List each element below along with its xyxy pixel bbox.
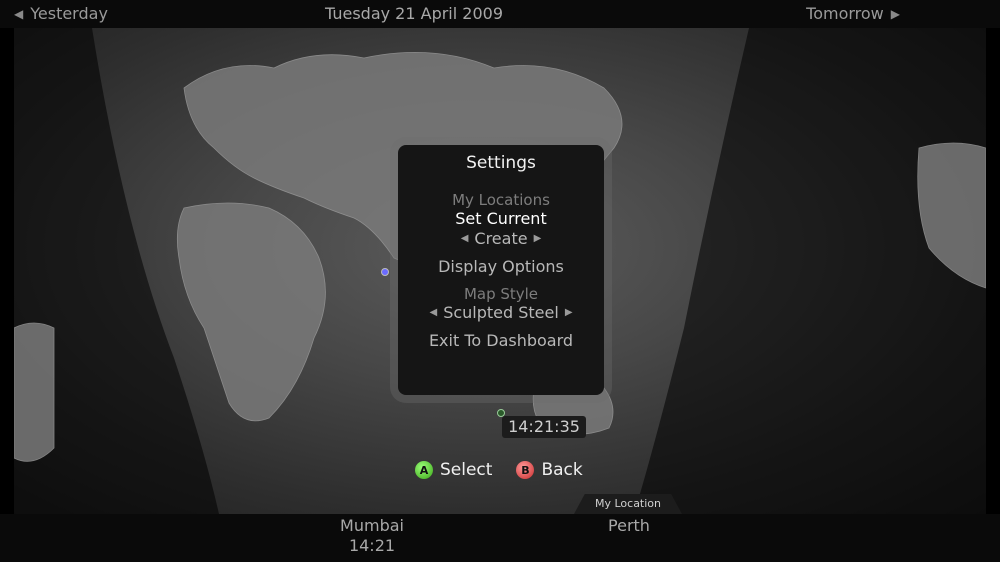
left-arrow-icon: ◀ [429,307,438,318]
landmass-africa [176,202,326,422]
create-option[interactable]: ◀ Create ▶ [398,229,604,249]
map-style-header: Map Style [463,285,539,303]
select-button[interactable]: A Select [415,460,492,480]
left-arrow-icon: ◀ [460,233,469,244]
next-day-nav[interactable]: Tomorrow ▶ [806,4,900,23]
mumbai-pin-icon[interactable] [381,268,389,276]
b-button-icon: B [516,461,535,479]
settings-panel: Settings My Locations Set Current ◀ Crea… [398,145,604,395]
select-label: Select [440,460,493,480]
top-bar: ◀ Yesterday Tuesday 21 April 2009 Tomorr… [0,0,1000,28]
back-label: Back [541,460,583,480]
city-mumbai[interactable]: Mumbai 14:21 [330,516,414,556]
a-button-icon: A [415,461,433,479]
next-day-label: Tomorrow [806,4,884,23]
bottom-bar [0,514,1000,562]
my-location-badge: My Location [574,494,682,514]
map-style-value: Sculpted Steel [443,303,559,322]
create-label: Create [474,229,528,248]
set-current-option[interactable]: Set Current [398,209,604,229]
city-name: Mumbai [340,516,404,535]
city-time: 14:21 [348,536,396,555]
right-arrow-icon: ▶ [564,307,573,318]
current-date: Tuesday 21 April 2009 [325,4,503,23]
city-name: Perth [608,516,650,535]
my-locations-header: My Locations [452,191,550,209]
map-style-selector[interactable]: ◀ Sculpted Steel ▶ [398,303,604,323]
local-clock: 14:21:35 [502,416,586,438]
back-button[interactable]: B Back [516,460,583,480]
exit-to-dashboard-option[interactable]: Exit To Dashboard [398,331,604,351]
display-options-option[interactable]: Display Options [398,257,604,277]
controller-hints: A Select B Back [415,460,583,480]
right-arrow-icon: ▶ [533,233,542,244]
settings-title: Settings [466,153,536,173]
city-perth[interactable]: Perth [588,516,670,536]
night-shadow-right [634,28,986,514]
right-arrow-icon: ▶ [890,6,900,21]
landmass-south-america-edge [14,322,55,462]
